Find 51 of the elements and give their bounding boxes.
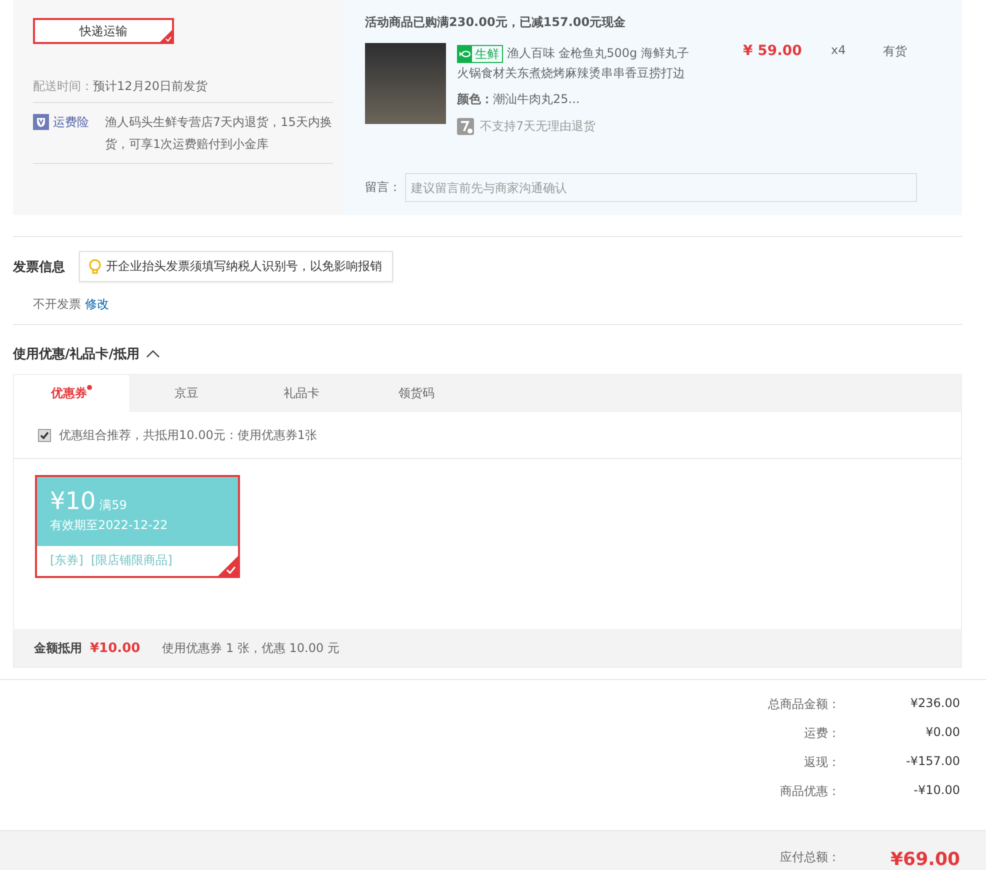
discount-tab[interactable]: 礼品卡 xyxy=(244,375,359,412)
remark-field[interactable]: 建议留言前先与商家沟通确认 xyxy=(405,173,917,202)
edit-link[interactable]: 修改 xyxy=(84,297,109,311)
quantity: x4 xyxy=(831,43,847,59)
shield-icon xyxy=(33,114,49,130)
return-note: 不支持7天无理由退货 xyxy=(480,118,596,135)
lightbulb-icon xyxy=(88,258,102,274)
discount-heading: 使用优惠/礼品卡/抵用 xyxy=(13,346,140,363)
total-label: 应付总额： xyxy=(779,849,840,866)
color-value: 潮汕牛肉丸25... xyxy=(493,92,580,106)
fresh-label: 生鲜 xyxy=(474,46,500,62)
summary-label: 总商品金额： xyxy=(767,696,840,713)
discount-tab[interactable]: 领货码 xyxy=(359,375,474,412)
discount-tab[interactable]: 优惠券 xyxy=(14,375,129,412)
stock-status: 有货 xyxy=(883,43,907,60)
check-corner-icon xyxy=(218,556,238,576)
combo-text: 优惠组合推荐，共抵用10.00元：使用优惠券1张 xyxy=(59,426,317,444)
return-policy-icon xyxy=(457,118,474,135)
delivery-time: 预计12月20日前发货 xyxy=(93,79,208,93)
product-price: ¥ 59.00 xyxy=(743,43,803,61)
summary-label: 运费： xyxy=(803,725,840,742)
product-title[interactable]: 渔人百味 金枪鱼丸500g 海鲜丸子 xyxy=(506,46,689,60)
coupon-amount: ¥10 xyxy=(50,487,96,515)
summary-value: ¥236.00 xyxy=(909,696,960,710)
delivery-label: 配送时间： xyxy=(33,79,93,93)
color-label: 颜色： xyxy=(457,92,493,106)
coupon-validity: 有效期至2022-12-22 xyxy=(50,517,169,534)
summary-value: -¥157.00 xyxy=(905,754,960,768)
chevron-icon[interactable] xyxy=(146,349,160,359)
shipping-option[interactable]: 快递运输 xyxy=(33,18,174,44)
summary-value: ¥0.00 xyxy=(924,725,960,739)
insurance-link[interactable]: 运费险 xyxy=(53,111,89,133)
total-amount: ¥69.00 xyxy=(890,849,960,870)
coupon-condition: 满59 xyxy=(100,498,127,512)
invoice-heading: 发票信息 xyxy=(13,258,65,276)
invoice-tip-text: 开企业抬头发票须填写纳税人识别号，以免影响报销 xyxy=(106,258,382,275)
deduction-amount: ¥10.00 xyxy=(90,640,140,656)
summary-value: -¥10.00 xyxy=(912,783,960,797)
promotion-text: 活动商品已购满230.00元，已减157.00元现金 xyxy=(365,14,627,31)
deduction-label: 金额抵用 xyxy=(34,640,82,656)
summary-label: 返现： xyxy=(803,754,840,771)
check-corner-icon xyxy=(160,30,172,42)
combo-checkbox[interactable] xyxy=(38,428,51,442)
invoice-value: 不开发票 xyxy=(33,297,81,311)
discount-tab[interactable]: 京豆 xyxy=(129,375,244,412)
product-title[interactable]: 火锅食材关东煮烧烤麻辣烫串串香豆捞打边 xyxy=(457,66,685,80)
deduction-note: 使用优惠券 1 张，优惠 10.00 元 xyxy=(162,640,340,656)
summary-label: 商品优惠： xyxy=(779,783,840,800)
insurance-description: 渔人码头生鲜专营店7天内退货，15天内换货，可享1次运费赔付到小金库 xyxy=(105,114,333,153)
coupon-tags: [东券] [限店铺限商品] xyxy=(50,553,172,567)
remark-label: 留言： xyxy=(365,179,401,196)
